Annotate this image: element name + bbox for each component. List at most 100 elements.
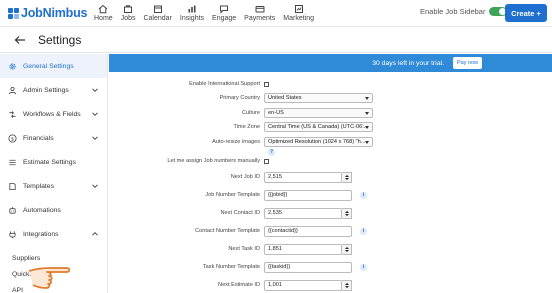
chevron-down-icon [92,184,98,189]
sidebar-item-label: Financials [23,134,54,142]
next-task-label: Next Task ID [228,246,260,252]
next-task-input[interactable]: 1,851 [264,243,342,255]
job-sidebar-toggle-label: Enable Job Sidebar [420,7,486,16]
help-icon[interactable]: ? [268,148,275,156]
task-template-input[interactable]: {{taskid}} [264,261,352,273]
nav-calendar[interactable]: Calendar [139,0,175,27]
next-contact-stepper[interactable] [342,207,352,219]
next-job-input[interactable]: 2,515 [264,171,342,183]
timezone-value: Central Time (US & Canada) (UTC-06:... [268,124,369,130]
nav-home-label: Home [94,15,113,22]
gear-icon [9,62,16,70]
back-arrow-icon[interactable] [14,34,26,46]
nav-calendar-label: Calendar [143,15,172,22]
nav-home[interactable]: Home [90,0,117,27]
primary-country-label: Primary Country [219,95,260,101]
culture-value: en-US [268,110,284,116]
svg-text:$: $ [11,136,14,142]
international-checkbox[interactable] [264,81,269,87]
automation-icon [9,206,16,214]
sidebar-item-label: Admin Settings [23,86,69,94]
engage-icon [220,5,229,14]
insights-icon [188,5,196,13]
sidebar-item-financials[interactable]: $ Financials [0,126,107,150]
info-icon[interactable]: i [360,263,367,271]
sidebar-item-label: Automations [23,206,61,214]
top-navigation-bar: JobNimbus Home Jobs Calendar Insights En… [0,0,552,27]
sidebar-item-automations[interactable]: Automations [0,198,107,222]
main-nav: Home Jobs Calendar Insights Engage Payme… [90,0,318,27]
sidebar-item-integrations[interactable]: Integrations [0,222,107,246]
page-header: Settings [0,27,552,53]
nav-insights-label: Insights [179,15,205,22]
next-job-label: Next Job ID [230,174,260,180]
culture-select[interactable]: en-US [264,108,373,118]
next-estimate-stepper[interactable] [342,279,352,291]
payments-icon [255,6,265,13]
info-icon[interactable]: i [360,191,367,199]
next-contact-input[interactable]: 2,535 [264,207,342,219]
jobs-icon [124,5,133,13]
integration-icon [9,230,16,238]
trial-banner: 30 days left in your trial. Pay now [109,54,552,72]
marketing-icon [294,5,303,13]
next-task-stepper[interactable] [342,243,352,255]
create-button[interactable]: Create + [505,4,547,22]
job-sidebar-toggle[interactable]: Enable Job Sidebar [420,7,508,16]
pay-now-button[interactable]: Pay now [453,57,482,69]
primary-country-value: United States [268,95,302,101]
chevron-down-icon [92,112,98,117]
sidebar-item-label: Integrations [23,230,59,238]
job-template-input[interactable]: {{jobid}} [264,189,352,201]
chevron-down-icon [92,136,98,141]
nav-insights[interactable]: Insights [176,0,208,27]
user-icon [8,86,17,94]
home-icon [99,4,108,14]
sidebar-item-general-settings[interactable]: General Settings [0,54,107,78]
autoresize-value: Optimized Resolution (1024 x 768) "h... [268,139,366,145]
page-title: Settings [38,32,82,47]
logo-text: JobNimbus [21,6,88,20]
logo-mark-icon [8,7,19,19]
jobnimbus-logo[interactable]: JobNimbus [8,6,90,20]
autoresize-label: Auto-resize images [212,139,260,145]
list-icon [9,159,16,165]
assign-numbers-checkbox[interactable] [264,158,269,164]
info-icon[interactable]: i [360,227,367,235]
chevron-down-icon [92,88,98,93]
nav-engage-label: Engage [212,15,237,22]
chevron-up-icon [92,231,98,236]
nav-jobs-label: Jobs [120,15,136,22]
sidebar-item-estimate-settings[interactable]: Estimate Settings [0,150,107,174]
sidebar-item-label: Estimate Settings [23,158,76,166]
next-contact-label: Next Contact ID [220,210,260,216]
contact-template-label: Contact Number Template [195,228,260,234]
job-template-label: Job Number Template [205,192,260,198]
next-estimate-input[interactable]: 1,001 [264,279,342,291]
pointing-hand-icon [28,267,71,289]
sidebar-item-label: General Settings [23,62,74,70]
nav-marketing[interactable]: Marketing [279,0,318,27]
timezone-label: Time Zone [233,124,260,130]
autoresize-select[interactable]: Optimized Resolution (1024 x 768) "h... [264,137,373,147]
assign-numbers-label: Let me assign Job numbers manually [167,158,260,164]
nav-payments-label: Payments [244,15,276,22]
sidebar-item-workflows-fields[interactable]: Workflows & Fields [0,102,107,126]
sidebar-item-label: Workflows & Fields [23,110,81,118]
nav-payments[interactable]: Payments [240,0,279,27]
timezone-select[interactable]: Central Time (US & Canada) (UTC-06:... [264,122,373,132]
contact-template-input[interactable]: {{contactid}} [264,225,352,237]
next-job-stepper[interactable] [342,171,352,183]
international-label: Enable International Support [189,81,260,87]
nav-marketing-label: Marketing [283,15,315,22]
sidebar-item-label: Templates [23,182,54,190]
workflow-icon [9,110,16,118]
template-icon [9,182,16,190]
dollar-icon: $ [8,133,17,143]
sidebar-item-admin-settings[interactable]: Admin Settings [0,78,107,102]
nav-jobs[interactable]: Jobs [117,0,140,27]
nav-engage[interactable]: Engage [208,0,240,27]
sidebar-item-templates[interactable]: Templates [0,174,107,198]
primary-country-select[interactable]: United States [264,93,373,103]
culture-label: Culture [241,110,260,116]
